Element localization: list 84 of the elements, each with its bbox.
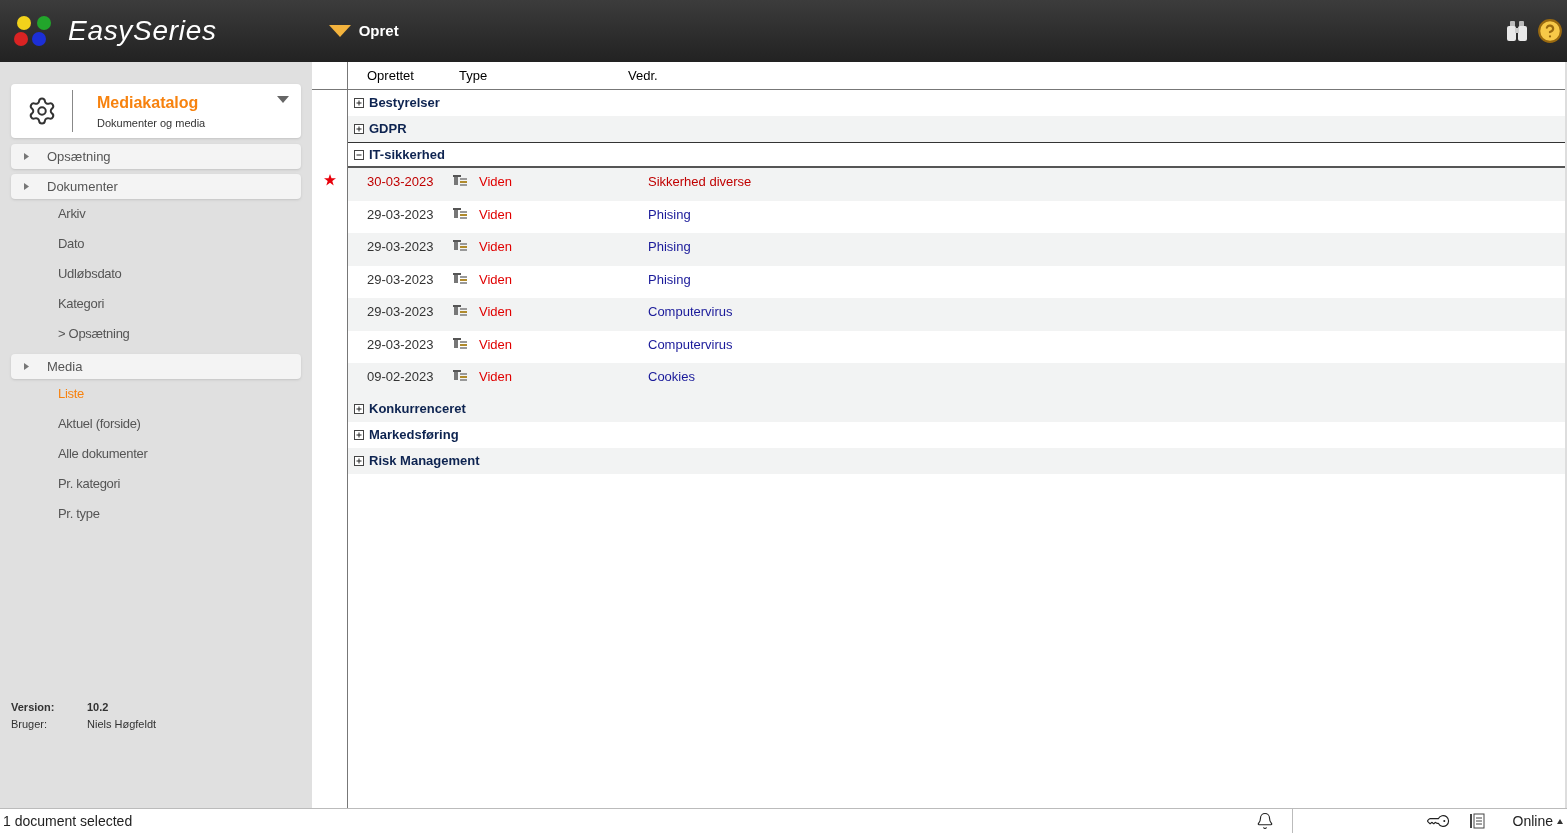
group-name: IT-sikkerhed (369, 145, 445, 164)
document-type-icon (453, 206, 468, 219)
document-type-icon (453, 369, 468, 381)
sidebar-item[interactable]: Arkiv (11, 199, 301, 229)
help-icon[interactable] (1537, 18, 1563, 44)
group-row[interactable]: Konkurrenceret (348, 395, 1565, 422)
type-cell-text: Viden (479, 238, 513, 256)
column-header[interactable]: Type (459, 65, 628, 85)
info-value: Niels Høgfeldt (87, 716, 158, 732)
document-type-icon (453, 271, 468, 284)
date-cell-text: 29-03-2023 (366, 270, 435, 289)
sidebar-section[interactable]: Dokumenter (11, 174, 301, 199)
expand-icon[interactable] (354, 98, 364, 108)
sidebar-item[interactable]: Kategori (11, 289, 301, 319)
date-cell-text: 29-03-2023 (366, 335, 435, 354)
triangle-icon (24, 363, 29, 370)
expand-icon[interactable] (354, 429, 364, 440)
document-row[interactable]: 29-03-2023 Viden Computervirus (348, 298, 1565, 331)
collapse-icon[interactable] (354, 149, 364, 160)
bell-icon[interactable] (1255, 812, 1274, 830)
date-cell-text: 29-03-2023 (366, 238, 435, 256)
sidebar-item[interactable]: Aktuel (forside) (11, 409, 301, 439)
sidebar-section[interactable]: Media (11, 354, 301, 379)
subject-cell-text: Phising (648, 205, 691, 224)
sidebar-item[interactable]: Alle dokumenter (11, 439, 301, 469)
document-type-icon (453, 336, 468, 349)
group-name: Markedsføring (369, 425, 459, 444)
binoculars-icon[interactable] (1505, 20, 1529, 42)
module-subtitle: Dokumenter og media (97, 115, 206, 131)
type-cell-text: Viden (479, 173, 513, 191)
caret-icon (328, 25, 351, 37)
expand-icon[interactable] (354, 124, 364, 134)
document-type-icon (453, 304, 468, 316)
module-title: Mediakatalog (97, 92, 200, 113)
group-name: GDPR (369, 120, 407, 139)
dropdown-icon[interactable] (277, 96, 289, 103)
expand-icon[interactable] (354, 455, 364, 466)
date-cell-text: 29-03-2023 (366, 205, 435, 224)
document-type-icon (453, 174, 468, 186)
type-cell-text: Viden (479, 335, 513, 354)
column-header[interactable]: Oprettet (348, 65, 459, 85)
caret-icon (1557, 818, 1563, 824)
date-cell-text: 29-03-2023 (366, 303, 435, 321)
group-row[interactable]: GDPR (348, 116, 1565, 142)
subject-cell-text: Phising (648, 238, 691, 256)
create-menu-button[interactable]: Opret (328, 19, 399, 43)
group-name: Risk Management (369, 451, 480, 470)
group-row[interactable]: Risk Management (348, 447, 1565, 474)
sidebar-item[interactable]: Dato (11, 229, 301, 259)
document-type-icon (453, 239, 468, 251)
group-name: Konkurrenceret (369, 399, 466, 418)
brand-name: EasySeries (68, 14, 217, 48)
column-header[interactable]: Vedr. (628, 65, 828, 85)
info-value: 10.2 (87, 700, 110, 715)
sidebar-item[interactable]: Pr. kategori (11, 469, 301, 499)
status-message: 1 document selected (2, 811, 133, 831)
sidebar-item[interactable]: > Opsætning (11, 319, 301, 349)
type-cell-text: Viden (479, 270, 513, 289)
info-label: Version: (11, 700, 56, 715)
subject-cell-text: Computervirus (648, 335, 733, 354)
subject-cell-text: Computervirus (648, 303, 733, 321)
module-card[interactable]: Mediakatalog Dokumenter og media (11, 84, 301, 138)
list-icon[interactable] (1468, 813, 1487, 829)
type-cell-text: Viden (479, 368, 513, 386)
document-row[interactable]: 09-02-2023 Viden Cookies (348, 363, 1565, 396)
sidebar-item[interactable]: Udløbsdato (11, 259, 301, 289)
group-name: Bestyrelser (369, 94, 440, 113)
group-row[interactable]: IT-sikkerhed (348, 142, 1565, 168)
document-row[interactable]: 30-03-2023 Viden Sikkerhed diverse (348, 168, 1565, 201)
date-cell-text: 30-03-2023 (366, 173, 435, 191)
document-row[interactable]: 29-03-2023 Viden Phising (348, 233, 1565, 266)
connection-status[interactable]: Online (1512, 810, 1567, 832)
type-cell-text: Viden (479, 303, 513, 321)
sidebar-item[interactable]: Pr. type (11, 499, 301, 529)
triangle-icon (24, 153, 29, 160)
expand-icon[interactable] (354, 403, 364, 414)
subject-cell-text: Phising (648, 270, 691, 289)
triangle-icon (24, 183, 29, 190)
date-cell-text: 09-02-2023 (366, 368, 435, 386)
subject-cell-text: Cookies (648, 368, 695, 386)
sidebar-section[interactable]: Opsætning (11, 144, 301, 169)
subject-cell-text: Sikkerhed diverse (648, 173, 752, 191)
info-label: Bruger: (11, 716, 49, 732)
type-cell-text: Viden (479, 205, 513, 224)
